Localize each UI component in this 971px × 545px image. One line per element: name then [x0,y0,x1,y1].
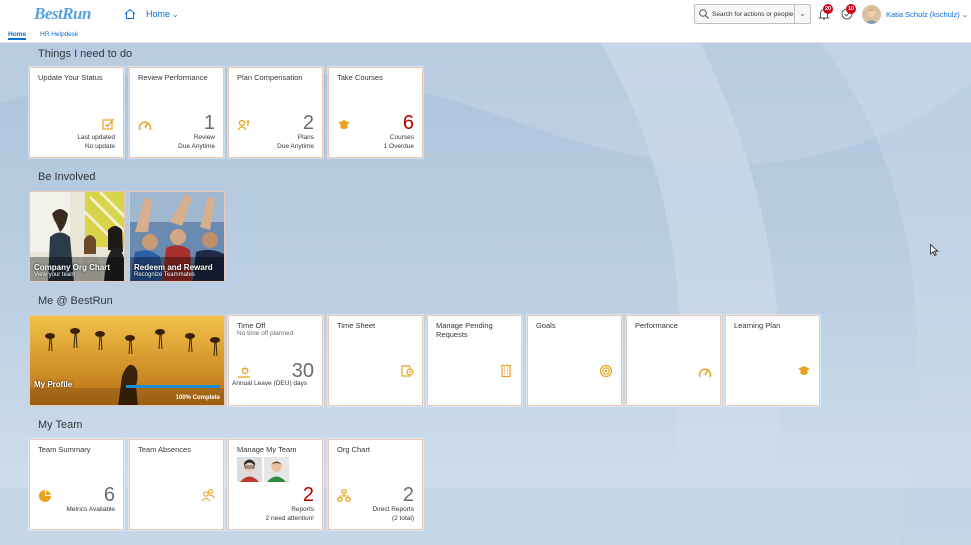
search-icon [699,9,709,19]
section-title-team: My Team [38,419,83,431]
tile-title: Org Chart [337,445,370,454]
compensation-icon [237,119,250,131]
section-title-me: Me @ BestRun [38,295,113,307]
tile-title: Update Your Status [38,73,103,82]
tile-update-status[interactable]: Update Your Status Last updated No update [29,67,124,158]
tile-title: Goals [536,321,556,330]
tile-plan-compensation[interactable]: Plan Compensation 2 Plans Due Anytime [228,67,323,158]
profile-photo [30,316,224,405]
tile-learning-plan[interactable]: Learning Plan [725,315,820,406]
tile-title: Team Absences [138,445,191,454]
tile-number: 2 [402,484,414,506]
tile-caption: Redeem and Reward Recognize Teammates [134,263,213,278]
tile-title: Take Courses [337,73,383,82]
notifications-badge: 20 [823,4,833,14]
todo-badge: 10 [846,4,856,14]
tile-title: Time Sheet [337,321,376,330]
tile-take-courses[interactable]: Take Courses 6 Courses 1 Overdue [328,67,423,158]
tile-team-absences[interactable]: Team Absences [129,439,224,530]
tile-title: Manage Pending Requests [436,321,493,339]
team-member-photos [237,457,289,482]
section-title-involved: Be Involved [38,171,96,183]
user-menu[interactable]: Katia Schulz (kschulz) ⌄ [886,10,968,19]
tile-org-chart[interactable]: Org Chart 2 Direct Reports (2 total) [328,439,423,530]
chevron-down-icon: ⌄ [961,10,969,19]
search-input[interactable]: Search for actions or people ⌄ [694,4,811,24]
timesheet-icon [401,365,414,377]
pending-requests-icon [501,364,511,378]
tile-subtitle: No time off planned [237,330,294,337]
pie-chart-icon [39,490,51,502]
tile-time-off[interactable]: Time Off No time off planned 30 Annual L… [228,315,323,406]
tile-footer: Plans Due Anytime [277,134,314,150]
tile-title: Team Summary [38,445,91,454]
tile-footer: Courses 1 Overdue [383,134,414,150]
progress-label: 100% Complete [175,395,220,401]
tile-number: 1 [203,112,215,134]
tile-time-sheet[interactable]: Time Sheet [328,315,423,406]
graduation-cap-icon [338,120,350,129]
section-title-todo: Things I need to do [38,48,133,60]
tile-number: 2 [302,484,314,506]
bestrun-logo[interactable]: BestRun [34,4,91,24]
tile-footer: Annual Leave (DEU) days [232,380,308,387]
profile-progress-bar [126,385,220,388]
home-menu[interactable]: Home ⌄ [146,9,179,19]
tile-footer: Direct Reports (2 total) [372,506,414,522]
tile-performance[interactable]: Performance [626,315,721,406]
sub-navigation: Home HR Helpdesk [0,30,971,43]
tile-number: 6 [402,112,414,134]
tile-title: Plan Compensation [237,73,303,82]
shell-bar: BestRun Home ⌄ Search for actions or peop… [0,0,971,30]
tile-redeem-reward[interactable]: Redeem and Reward Recognize Teammates [129,191,225,282]
tile-title: Time Off [237,321,266,330]
gauge-icon [138,121,152,131]
graduation-cap-icon [798,366,810,375]
tile-team-summary[interactable]: Team Summary 6 Metrics Available [29,439,124,530]
org-chart-icon [337,489,351,502]
tile-footer: Last updated No update [77,134,115,150]
search-placeholder: Search for actions or people [712,10,794,18]
tile-manage-pending-requests[interactable]: Manage Pending Requests [427,315,522,406]
tile-goals[interactable]: Goals [527,315,622,406]
tab-hr-helpdesk[interactable]: HR Helpdesk [40,31,78,38]
tile-caption: My Profile [34,380,73,389]
tile-footer: Reports 2 need attention! [265,506,314,522]
tile-number: 2 [302,112,314,134]
tile-company-org-chart[interactable]: Company Org Chart View your team [29,191,125,282]
chevron-down-icon: ⌄ [172,10,179,19]
tile-number: 6 [103,484,115,506]
user-avatar[interactable] [862,5,881,24]
tile-title: Review Performance [138,73,208,82]
tab-home[interactable]: Home [8,31,27,40]
tile-title: Performance [635,321,678,330]
people-icon [201,488,215,502]
tile-review-performance[interactable]: Review Performance 1 Review Due Anytime [129,67,224,158]
tile-caption: Company Org Chart View your team [34,263,111,278]
search-scope-dropdown[interactable]: ⌄ [794,5,810,23]
home-icon[interactable] [124,8,136,20]
status-check-icon [102,118,115,130]
tile-manage-my-team[interactable]: Manage My Team 2 Reports 2 need attention… [228,439,323,530]
tile-footer: Review Due Anytime [178,134,215,150]
mouse-cursor-icon [930,244,939,256]
sun-beach-icon [238,366,250,378]
tile-title: Learning Plan [734,321,781,330]
gauge-icon [698,368,712,378]
tile-my-profile[interactable]: My Profile 100% Complete [29,315,225,406]
target-icon [599,364,613,378]
tile-footer: Metrics Available [66,506,115,513]
tile-title: Manage My Team [237,445,297,454]
